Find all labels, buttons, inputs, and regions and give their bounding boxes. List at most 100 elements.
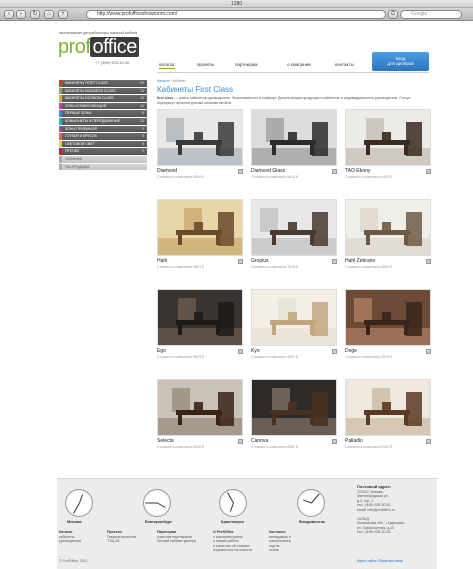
product-name[interactable]: Hahl xyxy=(157,258,243,264)
product-photo[interactable] xyxy=(157,199,243,256)
add-to-cart-icon[interactable] xyxy=(238,169,243,174)
add-to-cart-icon[interactable] xyxy=(426,169,431,174)
footer-link[interactable]: руководителя xyxy=(59,539,99,544)
footer-column-title[interactable]: О ProfOffice xyxy=(213,530,234,534)
breadcrumb-catalog-link[interactable]: Каталог xyxy=(157,79,170,83)
nav-about[interactable]: о компании xyxy=(287,62,311,67)
office-photo-icon xyxy=(252,380,336,435)
product-card[interactable]: Hahl Zebrano Стоимость комплекта 8560 € xyxy=(345,199,431,269)
product-card[interactable]: Gropius Стоимость комплекта 7515 € xyxy=(251,199,337,269)
forward-icon[interactable]: › xyxy=(16,10,26,19)
footer-link[interactable]: отзыв xyxy=(269,548,309,553)
add-to-cart-icon[interactable] xyxy=(426,259,431,264)
product-card[interactable]: Diamond Стоимость комплекта 6550 € xyxy=(157,109,243,179)
product-photo[interactable] xyxy=(251,289,337,346)
category-color-bar xyxy=(59,117,62,125)
add-to-cart-icon[interactable] xyxy=(238,439,243,444)
search-input[interactable]: Google xyxy=(400,10,462,19)
product-photo[interactable] xyxy=(251,379,337,436)
product-name[interactable]: Selecta xyxy=(157,438,243,444)
site-logo[interactable]: prof office xyxy=(58,37,139,57)
nav-partners[interactable]: партнерам xyxy=(235,62,258,67)
product-photo[interactable] xyxy=(251,109,337,166)
product-photo[interactable] xyxy=(345,109,431,166)
sidebar-item[interactable]: СТУЛЬЯ И КРЕСЛА 9 xyxy=(59,133,147,141)
product-name[interactable]: TAO Ebony xyxy=(345,168,431,174)
product-photo[interactable] xyxy=(251,199,337,256)
sidebar-item-count: 8 xyxy=(142,141,144,146)
category-sidebar: КАБИНЕТЫ FIRST CLASS 29 КАБИНЕТЫ BUSINESS … xyxy=(59,80,147,172)
breadcrumb: Каталог › Кабинет xyxy=(157,79,186,83)
product-photo[interactable] xyxy=(345,289,431,346)
product-name[interactable]: Diamond xyxy=(157,168,243,174)
footer-column-title[interactable]: Партнерам xyxy=(157,530,176,534)
sidebar-item[interactable]: КАБИНЕТЫ ECONOM CLASS 10 xyxy=(59,95,147,103)
sidebar-item[interactable]: ЗОНЫ ПРИЕМНОЙ 9 xyxy=(59,125,147,134)
footer-column-title[interactable]: Проекты xyxy=(107,530,122,534)
add-to-cart-icon[interactable] xyxy=(332,259,337,264)
add-to-cart-icon[interactable] xyxy=(238,349,243,354)
sidebar-item[interactable]: КОНЬЮНКТЫ И ПЕРЕДВИЖНЫЕ 10 xyxy=(59,117,147,126)
add-to-cart-icon[interactable] xyxy=(332,439,337,444)
product-name[interactable]: Doge xyxy=(345,348,431,354)
product-name[interactable]: Gropius xyxy=(251,258,337,264)
product-price: Стоимость комплекта 5619 € xyxy=(157,355,205,359)
bookmark-icon[interactable]: + xyxy=(58,10,68,19)
nav-projects[interactable]: проекты xyxy=(197,62,214,67)
add-to-cart-icon[interactable] xyxy=(332,169,337,174)
sidebar-item[interactable]: КАБИНЕТЫ FIRST CLASS 29 xyxy=(59,80,147,88)
product-card[interactable]: Kyo Стоимость комплекта 9500 € xyxy=(251,289,337,359)
footer-link[interactable]: личный кабинет дилера xyxy=(157,539,197,544)
sidebar-item[interactable]: ЗОНЫ КОММУНИКАЦИЙ 10 xyxy=(59,102,147,111)
rss-icon[interactable]: ⊙ xyxy=(388,10,398,19)
add-to-cart-icon[interactable] xyxy=(426,439,431,444)
product-card[interactable]: Canova Стоимость комплекта 6080 € xyxy=(251,379,337,449)
footer-column-title[interactable]: Каталог xyxy=(59,530,73,534)
nav-catalog[interactable]: каталог xyxy=(159,62,175,69)
product-name[interactable]: Ego xyxy=(157,348,243,354)
product-card[interactable]: TAO Ebony Стоимость комплекта 6400 € xyxy=(345,109,431,179)
sidebar-item[interactable]: КАБИНЕТЫ BUSINESS CLASS 16 xyxy=(59,87,147,96)
add-to-cart-icon[interactable] xyxy=(426,349,431,354)
product-card[interactable]: Palladio Стоимость комплекта 6140 € xyxy=(345,379,431,449)
product-name[interactable]: Kyo xyxy=(251,348,337,354)
product-name[interactable]: Diamond Glass xyxy=(251,168,337,174)
sidebar-item-count: 9 xyxy=(142,134,144,139)
back-icon[interactable]: ‹ xyxy=(4,10,14,19)
product-name[interactable]: Palladio xyxy=(345,438,431,444)
sidebar-item[interactable]: РАСПРОДАЖА xyxy=(59,163,147,172)
home-icon[interactable]: ⌂ xyxy=(44,10,54,19)
city-name: Екатеринбург xyxy=(145,519,173,524)
product-price: Стоимость комплекта 6810 € xyxy=(251,175,299,179)
product-name[interactable]: Hahl Zebrano xyxy=(345,258,431,264)
dealer-login-button[interactable]: вход для дилеров xyxy=(372,52,429,71)
reload-icon[interactable]: ↻ xyxy=(30,10,40,19)
footer-links[interactable]: Карта сайта Обратная связь xyxy=(357,559,403,563)
sidebar-item[interactable]: ПЕРВЫЕ ЗОНЫ 8 xyxy=(59,110,147,118)
window-title: 1280 xyxy=(230,1,243,7)
product-card[interactable]: Hahl Стоимость комплекта 6851 € xyxy=(157,199,243,269)
sidebar-item[interactable]: СВЕТОВОЙ СВЕТ 8 xyxy=(59,140,147,149)
product-card[interactable]: Diamond Glass Стоимость комплекта 6810 € xyxy=(251,109,337,179)
footer-link[interactable]: подписаться на новости xyxy=(213,548,253,553)
add-to-cart-icon[interactable] xyxy=(238,259,243,264)
product-card[interactable]: Selecta Стоимость комплекта 6200 € xyxy=(157,379,243,449)
footer-column-title[interactable]: Контакты xyxy=(269,530,286,534)
footer-link[interactable]: ТЭЦ-16 xyxy=(107,539,147,544)
sidebar-item-count: 10 xyxy=(140,96,144,101)
product-photo[interactable] xyxy=(157,109,243,166)
product-name[interactable]: Canova xyxy=(251,438,337,444)
sidebar-item[interactable]: ПРОЧЕЕ 0 xyxy=(59,148,147,156)
product-card[interactable]: Doge Стоимость комплекта 5519 € xyxy=(345,289,431,359)
product-photo[interactable] xyxy=(345,199,431,256)
add-to-cart-icon[interactable] xyxy=(332,349,337,354)
breadcrumb-rest: › Кабинет xyxy=(169,79,187,83)
product-card[interactable]: Ego Стоимость комплекта 5619 € xyxy=(157,289,243,359)
address-bar[interactable]: http://www.profofficeshowroom.com/ xyxy=(86,10,386,19)
product-photo[interactable] xyxy=(157,379,243,436)
sidebar-item[interactable]: НОВИНКИ xyxy=(59,155,147,164)
sidebar-item-label: КАБИНЕТЫ ECONOM CLASS xyxy=(65,96,114,101)
product-photo[interactable] xyxy=(345,379,431,436)
nav-contacts[interactable]: контакты xyxy=(335,62,354,67)
product-photo[interactable] xyxy=(157,289,243,346)
